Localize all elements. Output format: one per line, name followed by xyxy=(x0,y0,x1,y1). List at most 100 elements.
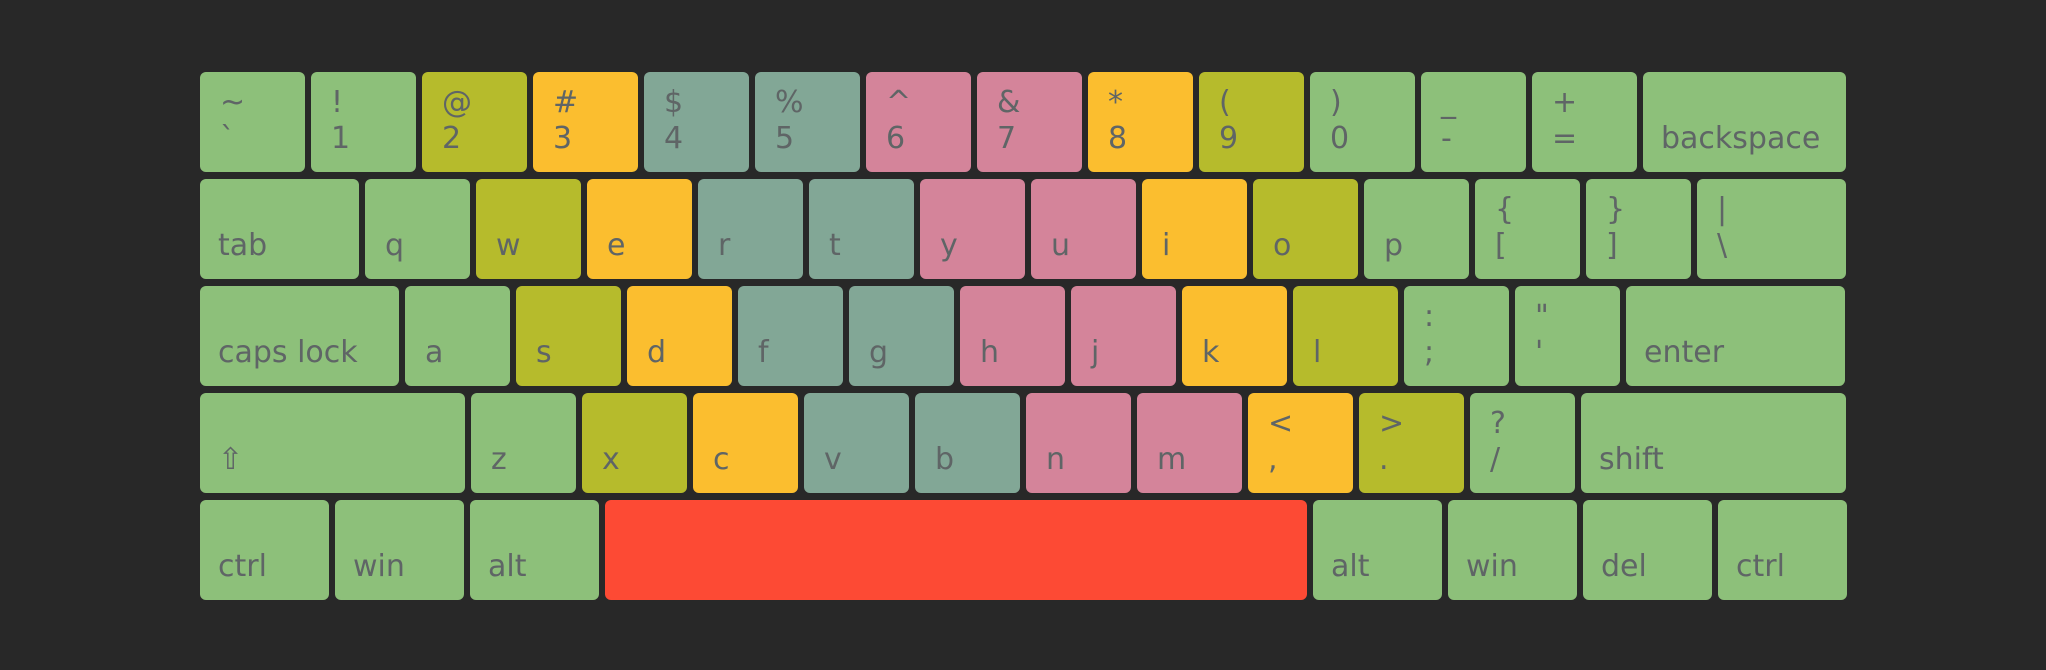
key-label: m xyxy=(1157,442,1187,477)
key-win-left[interactable]: win xyxy=(335,500,464,600)
key-label: f xyxy=(758,335,769,370)
key-shift-label: & xyxy=(997,85,1021,120)
key-label: ctrl xyxy=(218,549,267,584)
key-label: alt xyxy=(1331,549,1370,584)
key-s[interactable]: s xyxy=(516,286,621,386)
key-9[interactable]: (9 xyxy=(1199,72,1304,172)
key-shift-label: < xyxy=(1268,406,1294,441)
key-period[interactable]: >. xyxy=(1359,393,1464,493)
key-o[interactable]: o xyxy=(1253,179,1358,279)
key-1[interactable]: ! 1 xyxy=(311,72,416,172)
key-c[interactable]: c xyxy=(693,393,798,493)
keyboard-row-3: caps lock a s d f g h j k l:; " ' enter xyxy=(200,286,1848,386)
key-b[interactable]: b xyxy=(915,393,1020,493)
key-label: e xyxy=(607,228,626,263)
key-label: backspace xyxy=(1661,121,1821,156)
key-shift-label: ~ xyxy=(220,85,246,120)
key-0[interactable]: ) 0 xyxy=(1310,72,1415,172)
key-r[interactable]: r xyxy=(698,179,803,279)
key-label: / xyxy=(1490,442,1501,477)
key-p[interactable]: p xyxy=(1364,179,1469,279)
key-ctrl-right[interactable]: ctrl xyxy=(1718,500,1847,600)
key-label: k xyxy=(1202,335,1220,370)
key-label: 4 xyxy=(664,121,684,156)
key-minus[interactable]: _ - xyxy=(1421,72,1526,172)
key-l[interactable]: l xyxy=(1293,286,1398,386)
key-enter[interactable]: enter xyxy=(1626,286,1845,386)
key-equals[interactable]: + = xyxy=(1532,72,1637,172)
key-shift-label: * xyxy=(1108,85,1123,120)
key-label: c xyxy=(713,442,730,477)
key-label: w xyxy=(496,228,521,263)
key-caps-lock[interactable]: caps lock xyxy=(200,286,399,386)
key-alt-right[interactable]: alt xyxy=(1313,500,1442,600)
key-8[interactable]: * 8 xyxy=(1088,72,1193,172)
key-label: r xyxy=(718,228,731,263)
key-4[interactable]: $4 xyxy=(644,72,749,172)
key-comma[interactable]: <, xyxy=(1248,393,1353,493)
key-d[interactable]: d xyxy=(627,286,732,386)
key-shift-label: : xyxy=(1424,299,1435,334)
key-label: h xyxy=(980,335,1000,370)
key-n[interactable]: n xyxy=(1026,393,1131,493)
key-backtick[interactable]: ~ ` xyxy=(200,72,305,172)
key-3[interactable]: #3 xyxy=(533,72,638,172)
key-2[interactable]: @2 xyxy=(422,72,527,172)
key-label: . xyxy=(1379,442,1389,477)
key-backspace[interactable]: backspace xyxy=(1643,72,1846,172)
key-shift-label: ! xyxy=(331,85,344,120)
key-rbracket[interactable]: }] xyxy=(1586,179,1691,279)
key-ctrl-left[interactable]: ctrl xyxy=(200,500,329,600)
key-label: ' xyxy=(1535,335,1544,370)
key-shift-label: ^ xyxy=(886,85,912,120)
key-del[interactable]: del xyxy=(1583,500,1712,600)
key-alt-left[interactable]: alt xyxy=(470,500,599,600)
key-label: ; xyxy=(1424,335,1435,370)
key-k[interactable]: k xyxy=(1182,286,1287,386)
key-label: shift xyxy=(1599,442,1664,477)
key-shift-label: @ xyxy=(442,85,472,120)
key-7[interactable]: & 7 xyxy=(977,72,1082,172)
key-f[interactable]: f xyxy=(738,286,843,386)
key-label: 2 xyxy=(442,121,462,156)
key-backslash[interactable]: | \ xyxy=(1697,179,1846,279)
key-semicolon[interactable]: :; xyxy=(1404,286,1509,386)
key-u[interactable]: u xyxy=(1031,179,1136,279)
keyboard-row-2: tab q w e r t y u i o p{[}] | \ xyxy=(200,179,1848,279)
key-label: alt xyxy=(488,549,527,584)
key-tab[interactable]: tab xyxy=(200,179,359,279)
key-label: caps lock xyxy=(218,335,358,370)
key-w[interactable]: w xyxy=(476,179,581,279)
key-win-right[interactable]: win xyxy=(1448,500,1577,600)
key-shift-label: ( xyxy=(1219,85,1231,120)
key-q[interactable]: q xyxy=(365,179,470,279)
key-label: y xyxy=(940,228,958,263)
key-space[interactable] xyxy=(605,500,1307,600)
key-label: s xyxy=(536,335,552,370)
key-6[interactable]: ^ 6 xyxy=(866,72,971,172)
key-e[interactable]: e xyxy=(587,179,692,279)
key-h[interactable]: h xyxy=(960,286,1065,386)
key-lbracket[interactable]: {[ xyxy=(1475,179,1580,279)
key-shift-right[interactable]: shift xyxy=(1581,393,1846,493)
key-t[interactable]: t xyxy=(809,179,914,279)
key-slash[interactable]: ? / xyxy=(1470,393,1575,493)
key-y[interactable]: y xyxy=(920,179,1025,279)
key-label: j xyxy=(1091,335,1100,370)
key-5[interactable]: % 5 xyxy=(755,72,860,172)
key-apostrophe[interactable]: " ' xyxy=(1515,286,1620,386)
key-shift-left[interactable]: ⇧ xyxy=(200,393,465,493)
key-label: 0 xyxy=(1330,121,1350,156)
key-g[interactable]: g xyxy=(849,286,954,386)
key-x[interactable]: x xyxy=(582,393,687,493)
key-j[interactable]: j xyxy=(1071,286,1176,386)
key-shift-label: > xyxy=(1379,406,1405,441)
key-i[interactable]: i xyxy=(1142,179,1247,279)
key-m[interactable]: m xyxy=(1137,393,1242,493)
key-z[interactable]: z xyxy=(471,393,576,493)
key-label: b xyxy=(935,442,955,477)
key-a[interactable]: a xyxy=(405,286,510,386)
key-label: = xyxy=(1552,121,1578,156)
key-label: g xyxy=(869,335,889,370)
key-v[interactable]: v xyxy=(804,393,909,493)
